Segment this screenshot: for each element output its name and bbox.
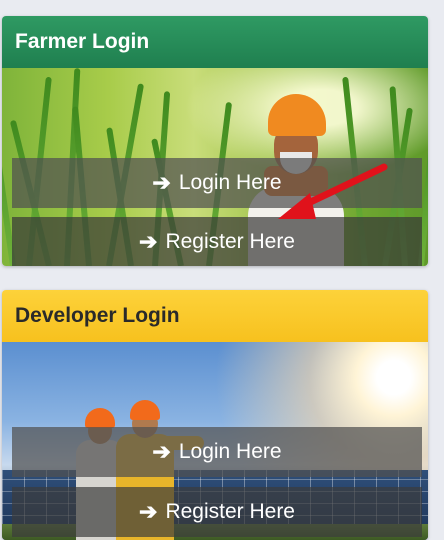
farmer-login-title: Farmer Login	[2, 16, 428, 68]
developer-login-button[interactable]: ➔ Login Here	[12, 427, 422, 477]
arrow-right-icon: ➔	[152, 170, 171, 195]
developer-register-button[interactable]: ➔ Register Here	[12, 487, 422, 537]
farmer-field-image: ➔ Login Here ➔ Register Here	[2, 68, 428, 266]
arrow-right-icon: ➔	[139, 499, 158, 524]
developer-login-label: Login Here	[178, 440, 282, 463]
red-arrow-icon	[278, 163, 388, 219]
arrow-right-icon: ➔	[139, 229, 158, 254]
developer-login-title: Developer Login	[2, 290, 428, 342]
farmer-register-label: Register Here	[165, 230, 295, 253]
solar-field-image: ➔ Login Here ➔ Register Here	[2, 342, 428, 540]
developer-login-card: Developer Login ➔ Login Here ➔ Register …	[2, 290, 428, 540]
arrow-right-icon: ➔	[152, 439, 171, 464]
farmer-register-button[interactable]: ➔ Register Here	[12, 217, 422, 266]
farmer-login-card: Farmer Login ➔ Login Here ➔ Register Her…	[2, 16, 428, 266]
developer-register-label: Register Here	[165, 500, 295, 523]
farmer-login-label: Login Here	[178, 171, 282, 194]
